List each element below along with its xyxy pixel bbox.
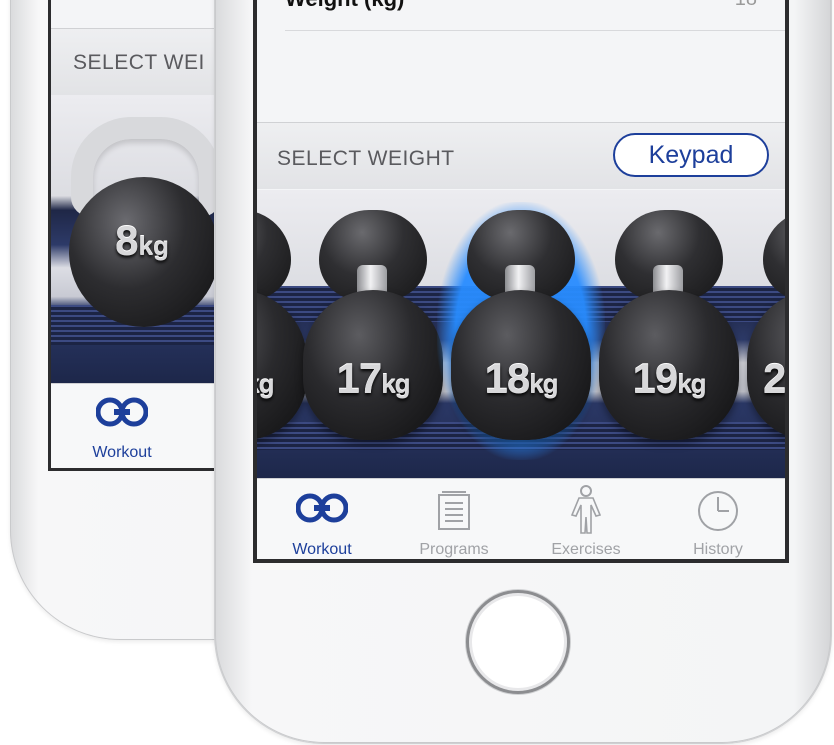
programs-icon [436, 489, 472, 536]
dumbbell-weight-label: 16kg [257, 369, 275, 399]
dumbbell-weight-label: 19kg [632, 355, 706, 402]
history-icon [696, 489, 740, 538]
tab-history-label: History [693, 541, 743, 558]
tab-workout-label: Workout [292, 541, 352, 558]
workout-icon [95, 394, 149, 435]
back-tab-bar: Workout [51, 383, 221, 468]
tab-bar: Workout Programs Exercises History [257, 478, 785, 559]
dumbbell-rack[interactable]: 16kg 17kg 18kg 19kg 2 [257, 190, 785, 478]
workout-icon [295, 489, 349, 532]
weight-row-value: 18 [735, 0, 757, 11]
keypad-button[interactable]: Keypad [613, 133, 769, 177]
back-tab-workout-label: Workout [92, 444, 152, 461]
dumbbell-weight-label: 2 [763, 355, 785, 402]
tab-exercises[interactable]: Exercises [521, 479, 651, 559]
back-phone-screen: SELECT WEI 8kg Workout [48, 0, 224, 471]
kettlebell-8kg[interactable]: 8kg [69, 117, 221, 332]
home-button[interactable] [466, 590, 570, 694]
front-phone-screen: Weight (kg) 18 SELECT WEIGHT Keypad 16kg… [253, 0, 789, 563]
weight-row-label: Weight (kg) [285, 0, 404, 12]
select-weight-label: SELECT WEIGHT [277, 147, 455, 170]
tab-exercises-label: Exercises [551, 541, 621, 558]
exercises-icon [569, 485, 603, 540]
tab-programs[interactable]: Programs [389, 479, 519, 559]
weight-row[interactable]: Weight (kg) 18 [285, 0, 785, 31]
dumbbell-weight-label: 18kg [484, 355, 558, 402]
select-weight-label: SELECT WEI [73, 51, 205, 74]
tab-workout[interactable]: Workout [257, 479, 387, 559]
select-weight-bar: SELECT WEI [51, 28, 221, 95]
tab-history[interactable]: History [653, 479, 783, 559]
dumbbell-weight-label: 17kg [336, 355, 410, 402]
select-weight-bar: SELECT WEIGHT Keypad [257, 122, 785, 189]
kettlebell-weight-label: 8kg [115, 217, 169, 264]
tab-programs-label: Programs [419, 541, 489, 558]
back-tab-workout[interactable]: Workout [57, 384, 187, 468]
kettlebell-rack[interactable]: 8kg [51, 95, 221, 383]
